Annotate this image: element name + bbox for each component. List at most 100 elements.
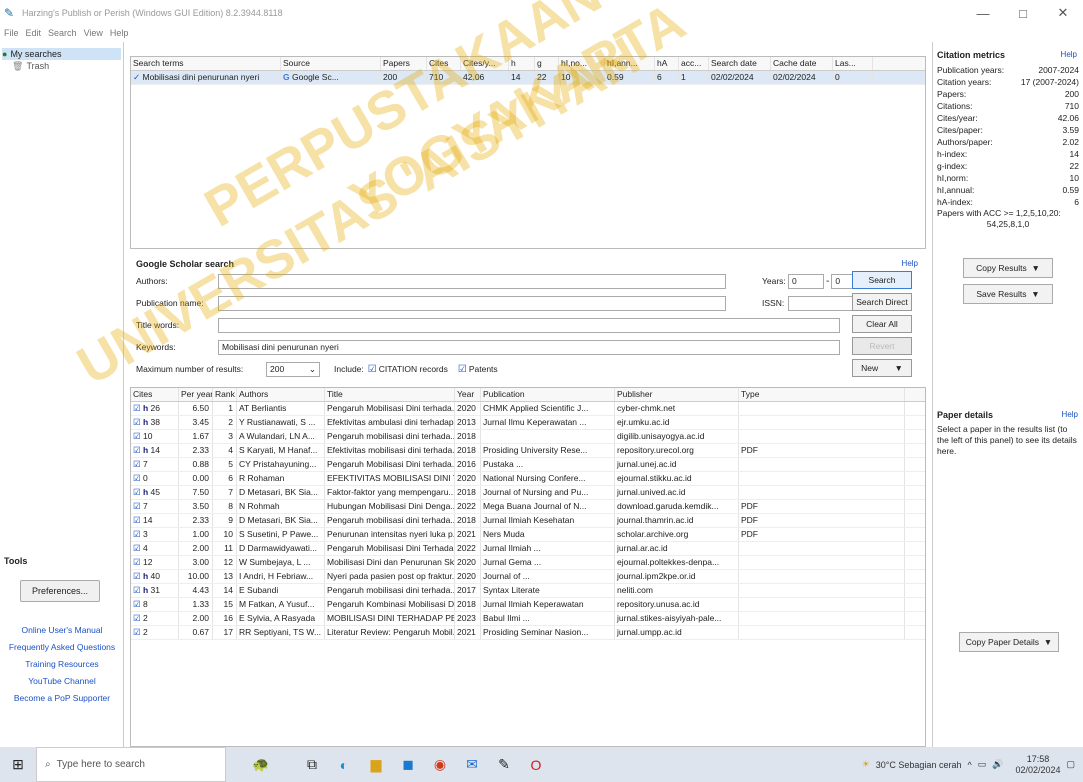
- col-header[interactable]: acc...: [679, 57, 709, 70]
- gs-help-link[interactable]: Help: [902, 259, 918, 268]
- preferences-button[interactable]: Preferences...: [20, 580, 100, 602]
- col-header[interactable]: Search date: [709, 57, 771, 70]
- col-header[interactable]: Type: [739, 388, 905, 401]
- new-button[interactable]: New ▼: [852, 359, 912, 377]
- table-row[interactable]: ☑ 4 2.00 11 D Darmawidyawati... Pengaruh Mob…: [131, 542, 925, 556]
- windows-start-icon[interactable]: ⊞: [0, 747, 36, 782]
- row-checkbox[interactable]: ☑: [133, 431, 141, 441]
- row-checkbox[interactable]: ☑: [133, 585, 141, 595]
- revert-button[interactable]: Revert: [852, 337, 912, 355]
- save-results-button[interactable]: Save Results ▼: [963, 284, 1053, 304]
- row-checkbox[interactable]: ☑: [133, 543, 141, 553]
- col-header[interactable]: hI,ann...: [605, 57, 655, 70]
- tree-trash[interactable]: 🗑 Trash: [2, 60, 121, 72]
- row-checkbox[interactable]: ☑: [133, 613, 141, 623]
- volume-icon[interactable]: 🔊: [992, 759, 1003, 770]
- col-header[interactable]: Cites: [427, 57, 461, 70]
- year-from-input[interactable]: 0: [788, 273, 824, 289]
- link-user-manual[interactable]: Online User's Manual: [0, 622, 124, 639]
- close-button[interactable]: ✕: [1043, 0, 1083, 26]
- patents-checkbox[interactable]: ☑: [458, 364, 467, 375]
- chrome-icon[interactable]: ◉: [424, 747, 456, 782]
- link-training[interactable]: Training Resources: [0, 656, 124, 673]
- menu-search[interactable]: Search: [48, 28, 77, 38]
- tray-arrow-icon[interactable]: ^: [967, 760, 971, 770]
- row-checkbox[interactable]: ☑: [133, 501, 141, 511]
- max-results-select[interactable]: 200 ⌄: [266, 361, 320, 377]
- row-checkbox[interactable]: ☑: [133, 445, 141, 455]
- row-checkbox[interactable]: ☑: [133, 557, 141, 567]
- col-header[interactable]: g: [535, 57, 559, 70]
- row-checkbox[interactable]: ☑: [133, 529, 141, 539]
- col-header[interactable]: h: [509, 57, 535, 70]
- clear-all-button[interactable]: Clear All: [852, 315, 912, 333]
- title-input[interactable]: [218, 317, 840, 333]
- table-row[interactable]: ☑ 12 3.00 12 W Sumbejaya, L ... Mobilisasi D…: [131, 556, 925, 570]
- tree-my-searches[interactable]: ● My searches: [2, 48, 121, 60]
- table-row[interactable]: ☑ h 31 4.43 14 E Subandi Pengaruh mobilisasi…: [131, 584, 925, 598]
- pop-app-icon[interactable]: ✎: [488, 747, 520, 782]
- edge-icon[interactable]: ◐: [328, 747, 360, 782]
- col-header[interactable]: Publication: [481, 388, 615, 401]
- opera-icon[interactable]: O: [520, 747, 552, 782]
- row-checkbox[interactable]: ☑: [133, 403, 141, 413]
- col-header[interactable]: Title: [325, 388, 455, 401]
- table-row[interactable]: ☑ h 40 10.00 13 I Andri, H Febriaw... Nyeri …: [131, 570, 925, 584]
- col-header[interactable]: Search terms: [131, 57, 281, 70]
- menu-view[interactable]: View: [84, 28, 103, 38]
- table-row[interactable]: ☑ 7 3.50 8 N Rohmah Hubungan Mobilisasi Dini…: [131, 500, 925, 514]
- col-header[interactable]: Cache date: [771, 57, 833, 70]
- row-checkbox[interactable]: ☑: [133, 487, 141, 497]
- metrics-help-link[interactable]: Help: [1061, 50, 1077, 59]
- col-header[interactable]: hI,no...: [559, 57, 605, 70]
- copy-paper-details-button[interactable]: Copy Paper Details ▼: [959, 632, 1059, 652]
- publication-input[interactable]: [218, 295, 726, 311]
- col-header[interactable]: Year: [455, 388, 481, 401]
- clock[interactable]: 17:58 02/02/2024: [1009, 754, 1060, 776]
- table-row[interactable]: ☑ 7 0.88 5 CY Pristahayuning... Pengaruh Mob…: [131, 458, 925, 472]
- col-header[interactable]: Las...: [833, 57, 873, 70]
- row-checkbox[interactable]: ☑: [133, 417, 141, 427]
- search-direct-button[interactable]: Search Direct: [852, 293, 912, 311]
- weather-text[interactable]: 30°C Sebagian cerah: [876, 760, 962, 770]
- notifications-icon[interactable]: ▢: [1066, 759, 1075, 770]
- copy-results-button[interactable]: Copy Results ▼: [963, 258, 1053, 278]
- taskbar-image-icon[interactable]: 🐢: [226, 747, 296, 782]
- table-row[interactable]: ☑ 10 1.67 3 A Wulandari, LN A... Pengaruh mo…: [131, 430, 925, 444]
- link-youtube[interactable]: YouTube Channel: [0, 673, 124, 690]
- search-row[interactable]: ✓ Mobilisasi dini penurunan nyeri G Goog…: [131, 71, 925, 85]
- search-button[interactable]: Search: [852, 271, 912, 289]
- col-header[interactable]: Source: [281, 57, 381, 70]
- file-explorer-icon[interactable]: ▆: [360, 747, 392, 782]
- row-checkbox[interactable]: ☑: [133, 473, 141, 483]
- row-checkbox[interactable]: ☑: [133, 459, 141, 469]
- col-header[interactable]: Cites/y...: [461, 57, 509, 70]
- store-icon[interactable]: ◼: [392, 747, 424, 782]
- mail-icon[interactable]: ✉: [456, 747, 488, 782]
- table-row[interactable]: ☑ 2 0.67 17 RR Septiyani, TS W... Literatur …: [131, 626, 925, 640]
- row-checkbox[interactable]: ☑: [133, 515, 141, 525]
- task-view-icon[interactable]: ⧉: [296, 747, 328, 782]
- col-header[interactable]: hA: [655, 57, 679, 70]
- table-row[interactable]: ☑ h 14 2.33 4 S Karyati, M Hanaf... Efektivi…: [131, 444, 925, 458]
- table-row[interactable]: ☑ h 26 6.50 1 AT Berliantis Pengaruh Mobilis…: [131, 402, 925, 416]
- network-icon[interactable]: ▭: [978, 759, 987, 770]
- col-header[interactable]: Authors: [237, 388, 325, 401]
- col-header[interactable]: Cites: [131, 388, 179, 401]
- maximize-button[interactable]: □: [1003, 0, 1043, 26]
- col-header[interactable]: Papers: [381, 57, 427, 70]
- col-header[interactable]: Publisher: [615, 388, 739, 401]
- taskbar-search[interactable]: ⌕ Type here to search: [36, 747, 226, 782]
- row-checkbox[interactable]: ☑: [133, 627, 141, 637]
- menu-file[interactable]: File: [4, 28, 19, 38]
- table-row[interactable]: ☑ 8 1.33 15 M Fatkan, A Yusuf... Pengaruh Ko…: [131, 598, 925, 612]
- table-row[interactable]: ☑ 3 1.00 10 S Susetini, P Pawe... Penurunan …: [131, 528, 925, 542]
- keywords-input[interactable]: Mobilisasi dini penurunan nyeri: [218, 339, 840, 355]
- paper-details-help-link[interactable]: Help: [1062, 410, 1078, 419]
- minimize-button[interactable]: —: [963, 0, 1003, 26]
- menu-edit[interactable]: Edit: [26, 28, 42, 38]
- table-row[interactable]: ☑ 2 2.00 16 E Sylvia, A Rasyada MOBILISASI D…: [131, 612, 925, 626]
- table-row[interactable]: ☑ h 45 7.50 7 D Metasari, BK Sia... Faktor-f…: [131, 486, 925, 500]
- link-faq[interactable]: Frequently Asked Questions: [0, 639, 124, 656]
- link-supporter[interactable]: Become a PoP Supporter: [0, 690, 124, 707]
